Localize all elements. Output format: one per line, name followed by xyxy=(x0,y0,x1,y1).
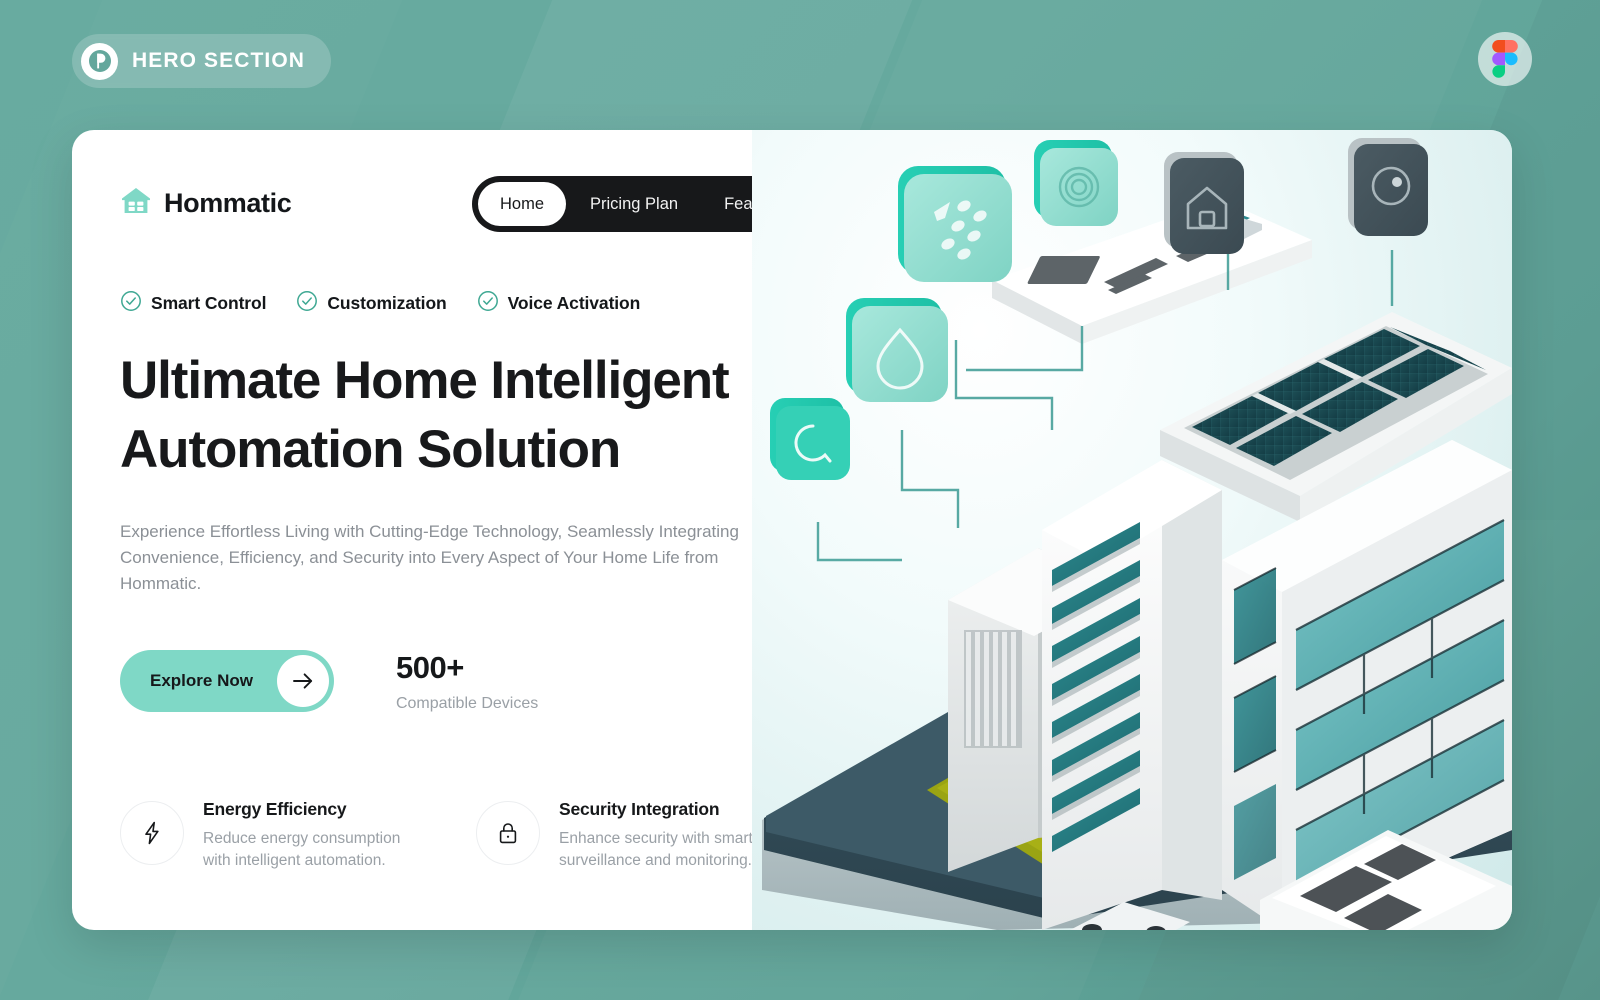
hero-chip-label: Voice Activation xyxy=(507,293,641,313)
device-card-voice-assistant xyxy=(770,398,850,480)
arrow-right-icon xyxy=(276,655,329,708)
feature-list: Energy Efficiency Reduce energy consumpt… xyxy=(120,799,766,872)
hero-copy: Smart Control Customization Voice Activa… xyxy=(120,290,840,713)
nav-item-pricing-plan[interactable]: Pricing Plan xyxy=(568,182,700,226)
hero-stat-label: Compatible Devices xyxy=(395,694,539,712)
feature-energy-efficiency: Energy Efficiency Reduce energy consumpt… xyxy=(120,799,410,872)
feature-text: Security Integration Enhance security wi… xyxy=(559,799,766,872)
home-icon xyxy=(120,186,152,221)
device-card-leaf-eco xyxy=(898,166,1012,282)
hero-illustration xyxy=(752,130,1512,930)
hero-cta-row: Explore Now 500+ Compatible Devices xyxy=(120,650,840,713)
feature-security-integration: Security Integration Enhance security wi… xyxy=(476,799,766,872)
hero-subtext: Experience Effortless Living with Cuttin… xyxy=(120,521,739,594)
hero-stat-number: 500+ xyxy=(395,649,464,685)
smart-building-illustration xyxy=(762,138,1512,930)
hero-section-badge: HERO SECTION xyxy=(72,34,332,88)
device-card-fingerprint xyxy=(1034,140,1118,226)
left-face-glass xyxy=(1233,567,1277,880)
hero-badge-label: HERO SECTION xyxy=(132,49,306,72)
hero-chip-voice-activation: Voice Activation xyxy=(477,290,641,317)
feature-title: Security Integration xyxy=(559,799,720,819)
explore-now-button[interactable]: Explore Now xyxy=(120,650,334,713)
hero-chip-list: Smart Control Customization Voice Activa… xyxy=(120,290,840,317)
bolt-icon xyxy=(120,801,184,865)
check-circle-icon xyxy=(477,290,499,317)
feature-desc: Enhance security with smart surveillance… xyxy=(559,830,753,869)
brand-logo[interactable]: Hommatic xyxy=(120,186,292,221)
hero-card: Hommatic Home Pricing Plan Features Inte… xyxy=(72,130,1512,930)
figma-logo-icon xyxy=(1478,32,1532,86)
hero-stat: 500+ Compatible Devices xyxy=(396,650,538,713)
explore-now-label: Explore Now xyxy=(150,671,253,691)
lock-icon xyxy=(476,801,540,865)
hero-chip-label: Smart Control xyxy=(151,293,267,313)
page-title: Ultimate Home Intelligent Automation Sol… xyxy=(120,347,840,485)
hero-chip-label: Customization xyxy=(327,293,447,313)
device-card-home-lock xyxy=(1164,152,1244,254)
nav-item-home[interactable]: Home xyxy=(478,182,567,226)
feature-text: Energy Efficiency Reduce energy consumpt… xyxy=(203,799,410,872)
device-card-water-drop xyxy=(846,298,948,402)
hero-chip-smart-control: Smart Control xyxy=(120,290,266,317)
hero-chip-customization: Customization xyxy=(296,290,447,317)
feature-desc: Reduce energy consumption with intellige… xyxy=(203,830,401,869)
feature-title: Energy Efficiency xyxy=(203,799,347,819)
device-card-location-pin xyxy=(1348,138,1428,236)
figma-p-icon xyxy=(81,42,118,80)
check-circle-icon xyxy=(296,290,318,317)
brand-name: Hommatic xyxy=(164,188,292,218)
headline-line-2: Automation Solution xyxy=(120,419,621,479)
check-circle-icon xyxy=(120,290,142,317)
headline-line-1: Ultimate Home Intelligent xyxy=(120,351,730,410)
